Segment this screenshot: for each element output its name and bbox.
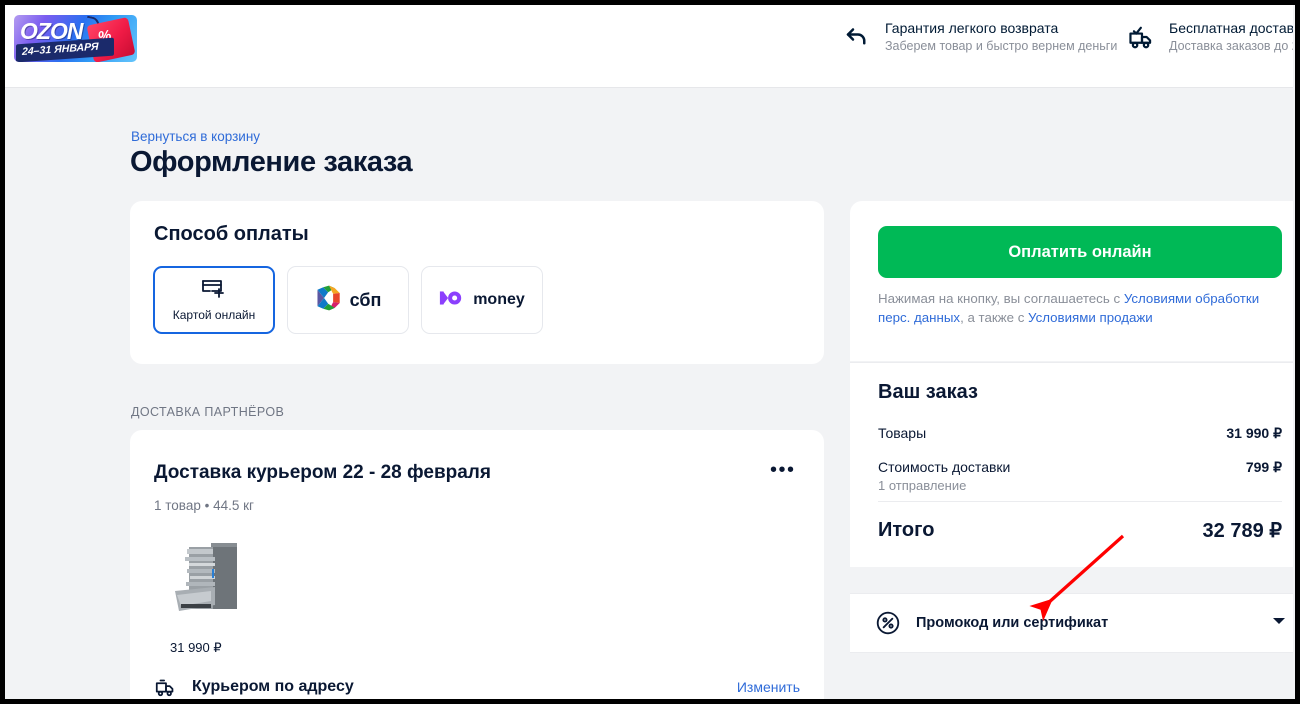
- order-total-value: 32 789 ₽: [1202, 520, 1282, 542]
- consent-text-before: Нажимая на кнопку, вы соглашаетесь с: [878, 291, 1124, 306]
- sbp-logo-icon: [315, 284, 343, 317]
- header-promo-return-title: Гарантия легкого возврата: [885, 20, 1059, 36]
- order-row-shipping-label: Стоимость доставки: [878, 459, 1011, 475]
- order-row-goods: Товары 31 990 ₽: [878, 425, 1282, 442]
- order-row-shipping-value: 799 ₽: [1245, 459, 1282, 475]
- delivery-subtitle: 1 товар • 44.5 кг: [154, 498, 254, 513]
- truck-check-icon: [1127, 22, 1157, 52]
- ozon-logo[interactable]: OZON % 24–31 ЯНВАРЯ: [14, 15, 137, 62]
- page-viewport: OZON % 24–31 ЯНВАРЯ Гарантия легкого воз…: [5, 5, 1293, 699]
- percent-circle-icon: [875, 610, 901, 636]
- payment-option-card-online-label: Картой онлайн: [172, 308, 256, 322]
- payment-option-sbp[interactable]: сбп: [287, 266, 409, 334]
- terms-of-sale-link[interactable]: Условиями продажи: [1028, 310, 1153, 325]
- pay-panel: Оплатить онлайн Нажимая на кнопку, вы со…: [850, 201, 1293, 361]
- payment-option-card-online[interactable]: Картой онлайн: [153, 266, 275, 334]
- back-to-cart-link[interactable]: Вернуться в корзину: [131, 129, 260, 144]
- order-row-goods-value: 31 990 ₽: [1226, 425, 1282, 441]
- order-row-goods-label: Товары: [878, 425, 927, 441]
- order-summary-heading: Ваш заказ: [878, 381, 978, 403]
- consent-text: Нажимая на кнопку, вы соглашаетесь с Усл…: [878, 289, 1282, 327]
- partner-delivery-section-label: ДОСТАВКА ПАРТНЁРОВ: [131, 405, 285, 419]
- card-plus-icon: [201, 278, 227, 303]
- truck-delivery-icon: [154, 675, 178, 699]
- header-promo-delivery-subtitle: Доставка заказов до 2 50: [1169, 39, 1293, 53]
- payment-method-card: Способ оплаты Картой онлайн сбп money: [130, 201, 824, 364]
- delivery-address-label: Курьером по адресу: [192, 678, 354, 695]
- dishwasher-thumbnail[interactable]: [165, 533, 257, 625]
- consent-text-middle: , а также с: [960, 310, 1029, 325]
- pay-online-button[interactable]: Оплатить онлайн: [878, 226, 1282, 278]
- return-arrow-icon: [843, 22, 873, 52]
- promo-code-label: Промокод или сертификат: [916, 615, 1109, 631]
- payment-options-list: Картой онлайн сбп money: [153, 266, 543, 334]
- delivery-card: Доставка курьером 22 - 28 февраля 1 това…: [130, 430, 824, 699]
- header-promo-delivery[interactable]: Бесплатная доставка Доставка заказов до …: [1127, 19, 1293, 55]
- delivery-product-price: 31 990 ₽: [170, 640, 222, 655]
- yoomoney-logo-icon: [439, 289, 467, 312]
- header-promo-delivery-title: Бесплатная доставка: [1169, 20, 1293, 36]
- header-promo-return[interactable]: Гарантия легкого возврата Заберем товар …: [843, 19, 1117, 55]
- browser-frame: OZON % 24–31 ЯНВАРЯ Гарантия легкого воз…: [0, 0, 1300, 704]
- payment-method-heading: Способ оплаты: [154, 223, 309, 245]
- page-title: Оформление заказа: [130, 146, 413, 178]
- site-header: OZON % 24–31 ЯНВАРЯ Гарантия легкого воз…: [5, 5, 1293, 88]
- order-summary-divider: [878, 501, 1282, 502]
- promo-code-row[interactable]: Промокод или сертификат: [850, 593, 1293, 653]
- header-promo-return-subtitle: Заберем товар и быстро вернем деньги: [885, 39, 1118, 53]
- delivery-address-row: Курьером по адресу Изменить: [154, 675, 800, 699]
- delivery-address-edit-link[interactable]: Изменить: [737, 679, 800, 695]
- payment-option-yoomoney[interactable]: money: [421, 266, 543, 334]
- order-row-shipping-note: 1 отправление: [878, 478, 967, 493]
- delivery-more-menu-button[interactable]: •••: [770, 460, 796, 480]
- order-row-shipping: Стоимость доставки 799 ₽: [878, 459, 1282, 476]
- payment-option-yoomoney-label: money: [473, 291, 525, 308]
- delivery-title: Доставка курьером 22 - 28 февраля: [154, 462, 491, 483]
- payment-option-sbp-label: сбп: [349, 289, 382, 310]
- order-summary-panel: Ваш заказ Товары 31 990 ₽ Стоимость дост…: [850, 362, 1293, 567]
- chevron-down-icon[interactable]: [1273, 618, 1285, 624]
- ozon-logo-dates-label: 24–31 ЯНВАРЯ: [22, 40, 99, 59]
- order-total-label: Итого: [878, 519, 935, 541]
